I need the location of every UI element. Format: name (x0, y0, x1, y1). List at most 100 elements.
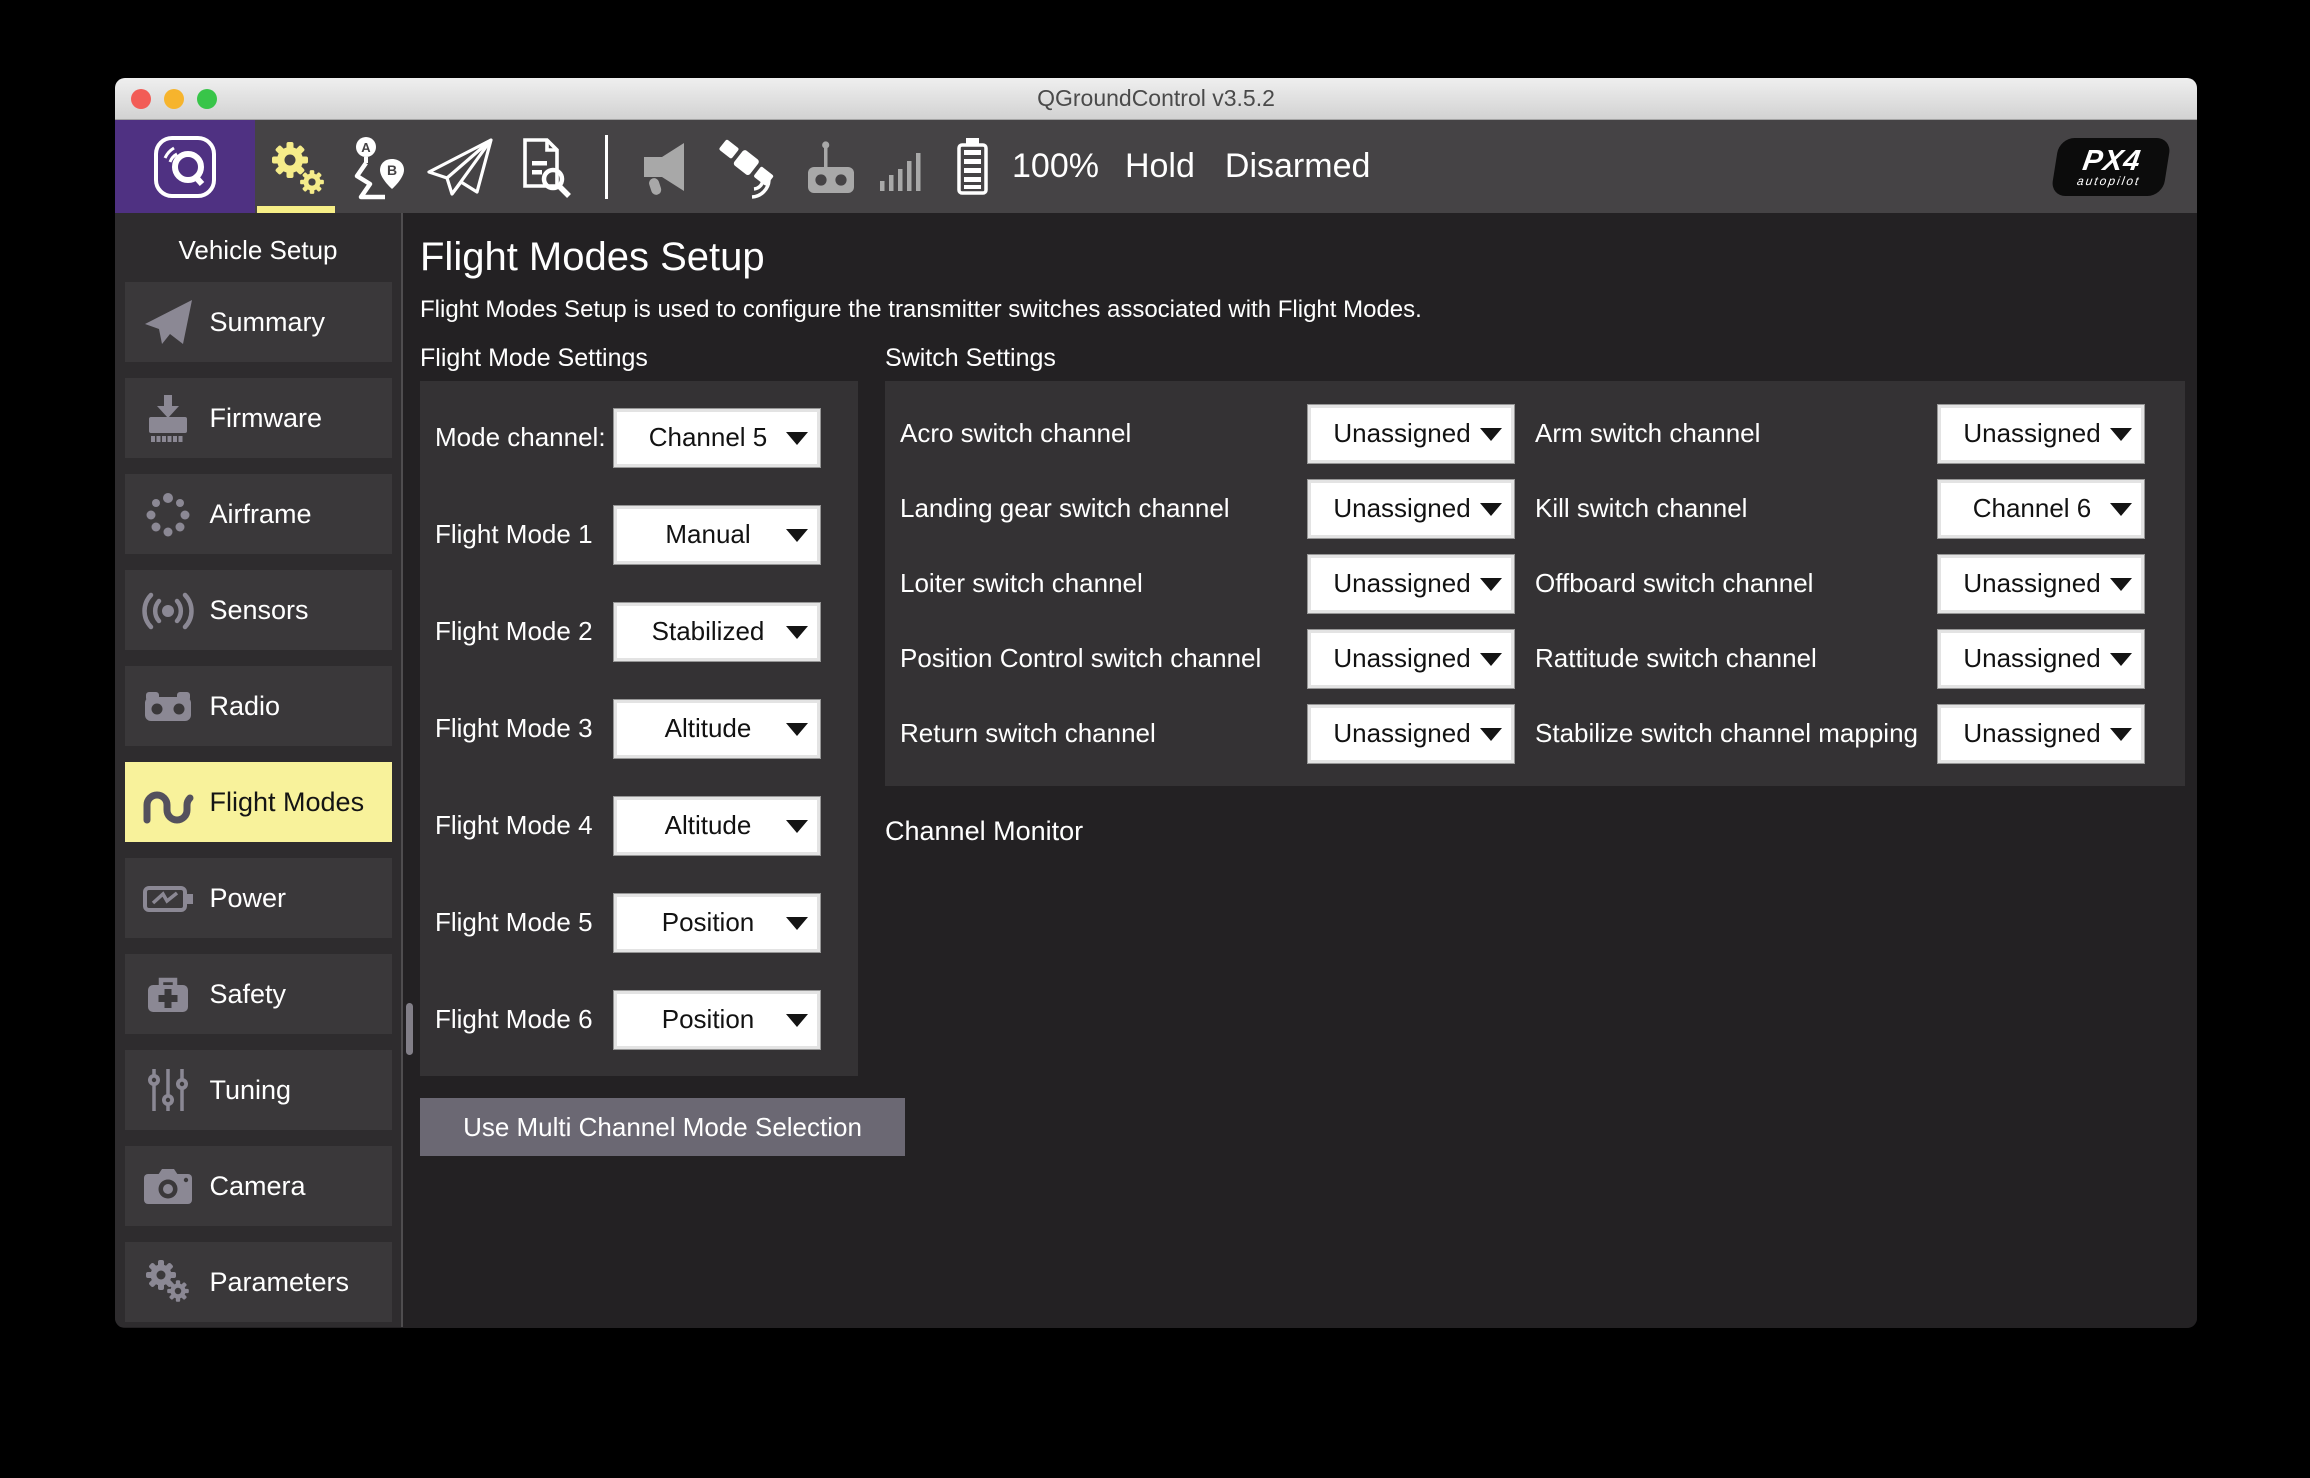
chevron-down-icon (1480, 652, 1502, 666)
switch-row-label-left: Loiter switch channel (900, 568, 1143, 598)
sidebar-item-label: Flight Modes (209, 786, 365, 817)
zoom-button[interactable] (197, 88, 217, 109)
tab-analyze[interactable] (501, 120, 583, 213)
use-multi-channel-mode-selection-button[interactable]: Use Multi Channel Mode Selection (420, 1098, 905, 1156)
chevron-down-icon (2110, 577, 2132, 591)
switch-channel-dropdown-left[interactable]: Unassigned (1307, 403, 1515, 464)
sidebar-item-firmware[interactable]: Firmware (124, 378, 392, 458)
flight-mode-dropdown[interactable]: Altitude (613, 698, 821, 759)
sidebar-item-label: Power (209, 882, 287, 913)
rc-transmitter-icon (140, 678, 196, 734)
toolbar-divider (605, 134, 608, 199)
flight-modes-setup-content: Flight Modes Setup Flight Modes Setup is… (403, 213, 2197, 1327)
switch-row-label-left: Return switch channel (900, 718, 1156, 748)
sidebar-item-label: Tuning (209, 1074, 292, 1105)
switch-channel-dropdown-right[interactable]: Unassigned (1937, 703, 2145, 764)
qgroundcontrol-window: QGroundControl v3.5.2 A B 100% Hold Disa… (115, 78, 2197, 1328)
sidebar-item-power[interactable]: Power (124, 858, 392, 938)
tab-plan[interactable]: A B (337, 120, 419, 213)
flight-mode-dropdown[interactable]: Position (613, 892, 821, 953)
switch-channel-dropdown-left[interactable]: Unassigned (1307, 703, 1515, 764)
switch-channel-dropdown-right[interactable]: Unassigned (1937, 403, 2145, 464)
sidebar-item-label: Radio (209, 690, 281, 721)
sidebar-item-camera[interactable]: Camera (124, 1146, 392, 1226)
messages-indicator[interactable] (634, 135, 692, 199)
flight-mode-rows: Mode channel: Channel 5 Flight Mode 1 Ma… (420, 389, 858, 1068)
chevron-down-icon (1480, 577, 1502, 591)
flight-mode-dropdown[interactable]: Manual (613, 504, 821, 565)
minimize-button[interactable] (164, 88, 184, 109)
squiggle-wave-icon (140, 774, 196, 830)
vehicle-setup-sidebar: Vehicle Setup Summary Firmware Airframe … (115, 213, 403, 1327)
switch-channel-dropdown-left[interactable]: Unassigned (1307, 478, 1515, 539)
chevron-down-icon (2110, 652, 2132, 666)
sidebar-item-summary[interactable]: Summary (124, 282, 392, 362)
switch-row-label-right: Offboard switch channel (1535, 568, 1814, 598)
gears-icon (262, 134, 330, 200)
tab-fly[interactable] (419, 120, 501, 213)
window-title: QGroundControl v3.5.2 (1037, 85, 1275, 111)
switch-row-label-left: Position Control switch channel (900, 643, 1262, 673)
rc-transmitter-icon (800, 135, 862, 199)
sidebar-item-radio[interactable]: Radio (124, 666, 392, 746)
switch-channel-dropdown-right[interactable]: Unassigned (1937, 553, 2145, 614)
satellite-icon (714, 135, 778, 199)
chevron-down-icon (2110, 427, 2132, 441)
svg-text:B: B (387, 162, 397, 178)
first-aid-kit-icon (140, 966, 196, 1022)
firmware-chip-icon (140, 390, 196, 446)
chevron-down-icon (2110, 727, 2132, 741)
flight-mode-row: Flight Mode 3 Altitude (420, 680, 858, 777)
signal-waves-icon (140, 582, 196, 638)
flight-mode-dropdown[interactable]: Position (613, 989, 821, 1050)
page-title: Flight Modes Setup (420, 235, 765, 279)
battery-percent[interactable]: 100% (1012, 147, 1099, 186)
qgc-logo-icon (152, 134, 218, 200)
flight-mode-row: Flight Mode 1 Manual (420, 486, 858, 583)
sidebar-item-airframe[interactable]: Airframe (124, 474, 392, 554)
close-button[interactable] (131, 88, 151, 109)
switch-row-label-right: Kill switch channel (1535, 493, 1748, 523)
traffic-lights (131, 78, 217, 119)
tab-vehicle-setup[interactable] (255, 120, 337, 213)
chevron-down-icon (786, 722, 808, 736)
app-body: Vehicle Setup Summary Firmware Airframe … (115, 213, 2197, 1327)
switch-channel-dropdown-left[interactable]: Unassigned (1307, 553, 1515, 614)
paper-plane-outline-icon (425, 136, 495, 198)
switch-channel-dropdown-right[interactable]: Unassigned (1937, 628, 2145, 689)
sidebar-item-label: Airframe (209, 498, 312, 529)
chevron-down-icon (786, 916, 808, 930)
row-label: Flight Mode 1 (435, 519, 593, 549)
sidebar-header: Vehicle Setup (178, 235, 338, 265)
flight-mode-settings-panel: Mode channel: Channel 5 Flight Mode 1 Ma… (420, 381, 858, 1076)
sidebar-item-label: Firmware (209, 402, 323, 433)
flight-mode-dropdown[interactable]: Stabilized (613, 601, 821, 662)
flight-mode-dropdown[interactable]: Channel 5 (613, 407, 821, 468)
row-label: Flight Mode 6 (435, 1004, 593, 1034)
sidebar-item-label: Sensors (209, 594, 309, 625)
sidebar-item-tuning[interactable]: Tuning (124, 1050, 392, 1130)
switch-channel-dropdown-right[interactable]: Channel 6 (1937, 478, 2145, 539)
sidebar-item-safety[interactable]: Safety (124, 954, 392, 1034)
rc-rssi-indicator[interactable] (800, 135, 924, 199)
row-label: Mode channel: (435, 422, 606, 452)
sidebar-item-label: Safety (209, 978, 287, 1009)
gps-indicator[interactable] (714, 135, 778, 199)
row-label: Flight Mode 4 (435, 810, 593, 840)
battery-indicator[interactable] (946, 134, 998, 200)
flight-mode-settings-heading: Flight Mode Settings (420, 344, 648, 372)
flight-mode-dropdown[interactable]: Altitude (613, 795, 821, 856)
sidebar-item-parameters[interactable]: Parameters (124, 1242, 392, 1322)
switch-row-label-right: Arm switch channel (1535, 418, 1761, 448)
armed-state-text[interactable]: Disarmed (1225, 147, 1370, 186)
px4-autopilot-logo: PX4 autopilot (2050, 137, 2172, 196)
sidebar-item-sensors[interactable]: Sensors (124, 570, 392, 650)
switch-channel-dropdown-left[interactable]: Unassigned (1307, 628, 1515, 689)
switch-row-label-left: Acro switch channel (900, 418, 1132, 448)
flight-mode-text[interactable]: Hold (1125, 147, 1195, 186)
sidebar-item-flight-modes[interactable]: Flight Modes (124, 762, 392, 842)
active-tab-indicator (257, 206, 335, 213)
dotted-ring-icon (140, 486, 196, 542)
chevron-down-icon (786, 1013, 808, 1027)
qgc-logo-button[interactable] (115, 120, 255, 213)
